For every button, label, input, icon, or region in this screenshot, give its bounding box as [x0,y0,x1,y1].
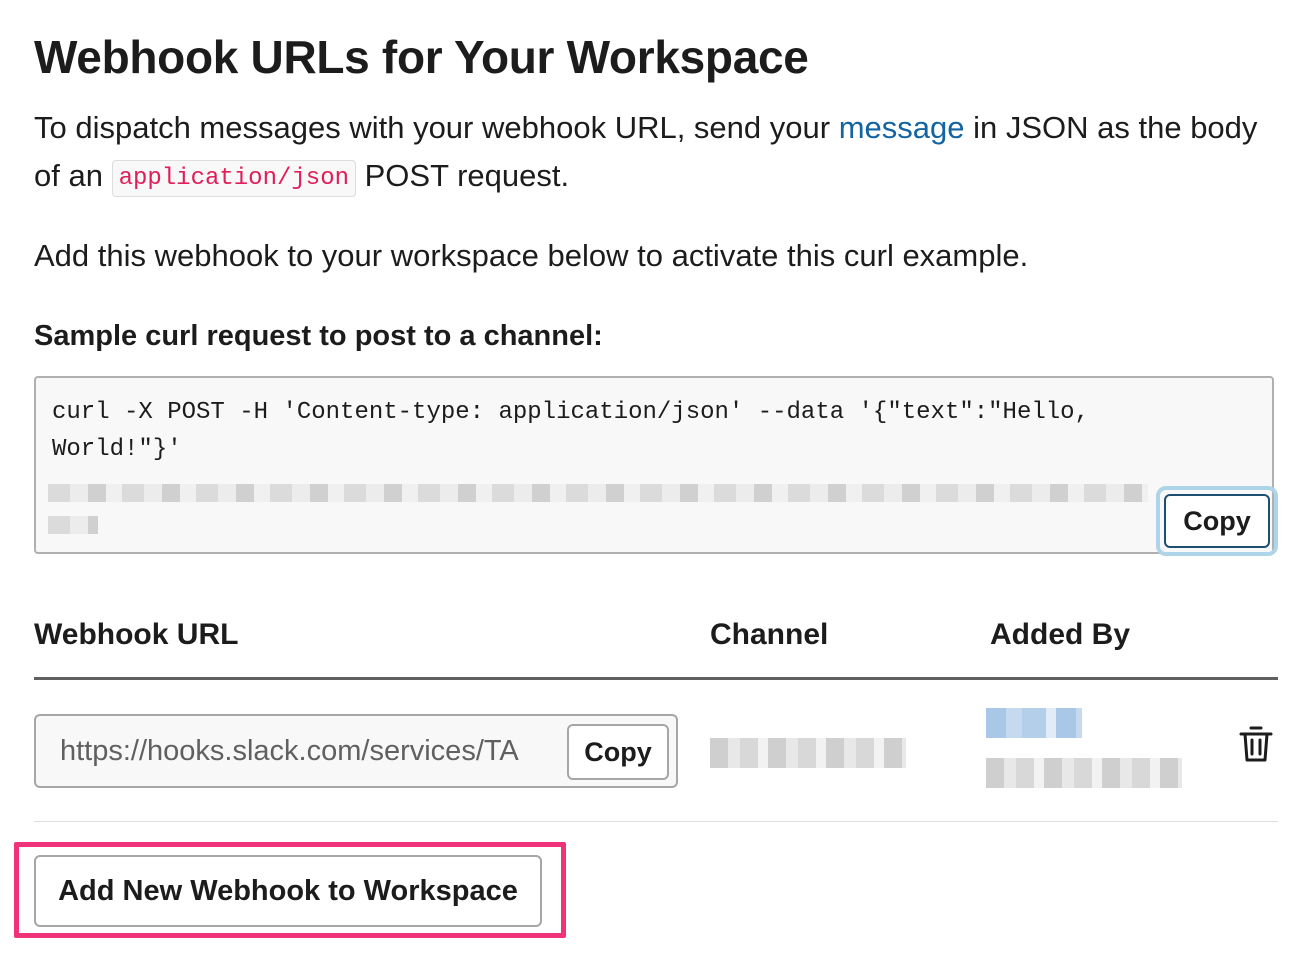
added-by-date-redacted [986,758,1182,788]
webhook-url-input[interactable] [60,716,580,786]
activate-instructions: Add this webhook to your workspace below… [34,238,1029,273]
added-by-name-redacted [986,708,1082,738]
sample-curl-heading: Sample curl request to post to a channel… [34,320,603,352]
page-title: Webhook URLs for Your Workspace [34,31,809,83]
highlight-outline: Add New Webhook to Workspace [14,842,566,938]
message-link[interactable]: message [839,110,965,145]
redacted-url-line [48,484,1148,502]
add-new-webhook-button[interactable]: Add New Webhook to Workspace [34,855,542,927]
copy-curl-button[interactable]: Copy [1164,494,1270,548]
intro-text-end: POST request. [356,158,570,193]
webhook-table-header: Webhook URL Channel Added By [34,614,1278,680]
intro-text-start: To dispatch messages with your webhook U… [34,110,839,145]
curl-code: curl -X POST -H 'Content-type: applicati… [52,399,1104,463]
curl-code-block: curl -X POST -H 'Content-type: applicati… [34,376,1278,556]
column-header-channel: Channel [710,618,829,651]
column-header-added-by: Added By [990,618,1131,651]
column-header-webhook-url: Webhook URL [34,618,239,651]
webhook-url-field: Copy [34,714,678,788]
content-type-code: application/json [111,160,356,197]
redacted-url-line [48,516,98,534]
trash-icon[interactable] [1238,724,1274,764]
intro-paragraph: To dispatch messages with your webhook U… [34,104,1274,205]
copy-curl-focus-ring: Copy [1156,486,1278,556]
channel-name-redacted [710,738,906,768]
copy-webhook-url-button[interactable]: Copy [567,724,669,780]
table-row: Copy [34,680,1278,822]
